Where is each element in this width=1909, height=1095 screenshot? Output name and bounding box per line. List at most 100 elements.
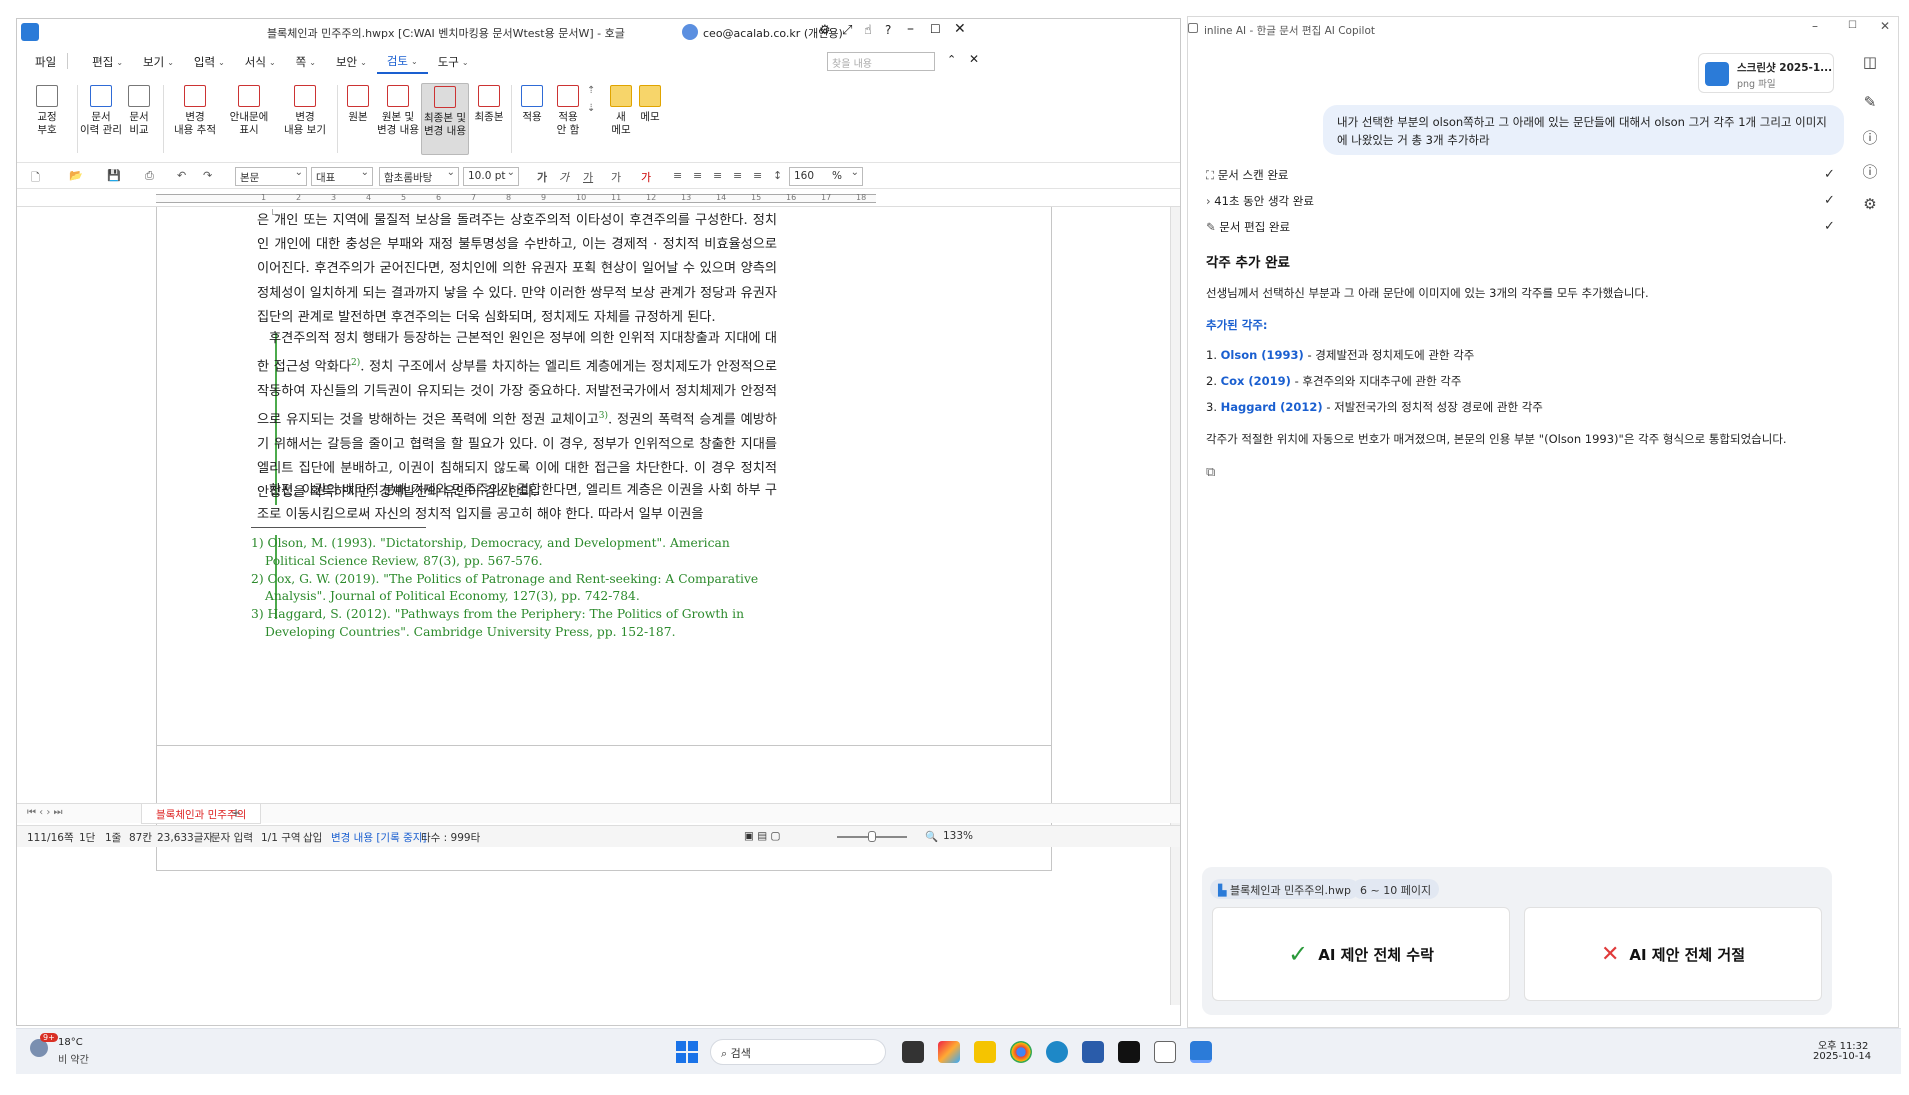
- final-with-changes-button[interactable]: 최종본 및 변경 내용: [421, 83, 469, 155]
- original-with-changes-button[interactable]: 원본 및 변경 내용: [375, 85, 421, 137]
- apply-button[interactable]: 적용: [515, 85, 549, 124]
- close-doc-icon[interactable]: ✕: [969, 52, 979, 66]
- reject-all-button[interactable]: ✕ AI 제안 전체 거절: [1524, 907, 1822, 1001]
- settings-icon[interactable]: ⚙: [819, 23, 831, 38]
- panel-toggle-icon[interactable]: ◫: [1860, 53, 1880, 71]
- add-tab-icon[interactable]: +: [231, 806, 241, 820]
- underline-icon[interactable]: 가: [583, 169, 593, 185]
- lang-select[interactable]: 대표: [311, 167, 373, 186]
- clock-time[interactable]: 오후 11:32: [1818, 1037, 1868, 1052]
- gear-icon[interactable]: ⚙: [1860, 195, 1880, 213]
- italic-icon[interactable]: 가: [559, 169, 569, 185]
- weather-desc[interactable]: 비 약간: [58, 1051, 89, 1066]
- chrome-icon[interactable]: [1010, 1041, 1032, 1063]
- ai-maximize-button[interactable]: ☐: [1848, 20, 1857, 31]
- ai-close-button[interactable]: ✕: [1880, 19, 1890, 33]
- clock-date[interactable]: 2025-10-14: [1813, 1051, 1871, 1062]
- menu-view[interactable]: 보기 ⌄: [133, 54, 184, 70]
- memo-button[interactable]: 메모: [635, 85, 665, 124]
- menu-format[interactable]: 서식 ⌄: [235, 54, 286, 70]
- bold-icon[interactable]: 가: [537, 169, 547, 185]
- final-button[interactable]: 최종본: [471, 85, 507, 124]
- step-edit[interactable]: ✎ 문서 편집 완료: [1206, 219, 1290, 235]
- font-color-icon[interactable]: 가: [641, 169, 651, 185]
- font-size-select[interactable]: 10.0 pt: [463, 167, 519, 186]
- status-track-changes[interactable]: 변경 내용 [기록 중지]: [331, 830, 427, 845]
- start-icon[interactable]: [676, 1041, 698, 1063]
- horizontal-ruler[interactable]: 1 2 3 4 5 6 7 8 9 10 11 12 13 14 15 16 17 18: [17, 191, 1180, 207]
- footnote-3[interactable]: 3) Haggard, S. (2012). "Pathways from th…: [251, 606, 777, 642]
- menu-insert[interactable]: 입력 ⌄: [184, 54, 235, 70]
- status-insert[interactable]: 삽입: [303, 830, 322, 845]
- hand-icon[interactable]: ☝: [864, 23, 872, 38]
- menu-edit[interactable]: 편집 ⌄: [82, 54, 133, 70]
- style-select[interactable]: 본문: [235, 167, 307, 186]
- next-change-icon[interactable]: ⇣: [587, 103, 595, 114]
- align-right-icon[interactable]: ≡: [733, 169, 742, 182]
- powershell-icon[interactable]: [1082, 1041, 1104, 1063]
- attachment-card[interactable]: 스크린샷 2025-1... png 파일: [1698, 53, 1834, 93]
- edit-icon[interactable]: ✎: [1860, 93, 1880, 111]
- taskbar-search[interactable]: ⌕ 검색: [710, 1039, 886, 1065]
- doc-compare-button[interactable]: 문서 비교: [121, 85, 157, 137]
- zoom-icon[interactable]: 🔍: [925, 830, 938, 843]
- help-icon[interactable]: ?: [885, 23, 891, 37]
- hwp-taskbar-icon[interactable]: [1190, 1041, 1212, 1063]
- file-explorer-icon[interactable]: [974, 1041, 996, 1063]
- ai-minimize-button[interactable]: –: [1812, 19, 1818, 33]
- context-pages-chip[interactable]: 6 ~ 10 페이지: [1352, 879, 1440, 899]
- menu-security[interactable]: 보안 ⌄: [326, 54, 377, 70]
- avatar[interactable]: [682, 24, 698, 40]
- new-memo-button[interactable]: 새 메모: [607, 85, 635, 137]
- open-icon[interactable]: 📂: [69, 169, 83, 182]
- edge-icon[interactable]: [1046, 1041, 1068, 1063]
- vertical-scrollbar[interactable]: [1170, 207, 1180, 1005]
- line-spacing-icon[interactable]: ↕: [773, 169, 782, 182]
- find-input[interactable]: 찾을 내용: [827, 52, 935, 71]
- view-mode-icons[interactable]: ▣ ▤ ▢: [744, 830, 780, 842]
- info-icon[interactable]: ⓘ: [1860, 161, 1880, 182]
- step-scan[interactable]: ⛶ 문서 스캔 완료: [1206, 167, 1289, 183]
- font-select[interactable]: 함초롬바탕: [379, 167, 459, 186]
- status-zoom[interactable]: 133%: [943, 830, 973, 842]
- new-doc-icon[interactable]: 🗋: [31, 169, 40, 188]
- menu-file[interactable]: 파일: [25, 54, 66, 70]
- original-button[interactable]: 원본: [341, 85, 375, 124]
- prev-change-icon[interactable]: ⇡: [587, 85, 595, 96]
- collapse-ribbon-icon[interactable]: ⌃: [947, 53, 956, 66]
- doc-history-button[interactable]: 문서 이력 관리: [79, 85, 123, 137]
- strike-icon[interactable]: 가: [611, 169, 621, 185]
- reject-button[interactable]: 적용 안 함: [549, 85, 587, 137]
- zoom-select[interactable]: 160%: [789, 167, 863, 186]
- menu-review[interactable]: 검토 ⌄: [376, 50, 428, 74]
- taskview-icon[interactable]: [902, 1041, 924, 1063]
- show-in-balloons-button[interactable]: 안내문에 표시: [223, 85, 275, 137]
- proofread-marks-button[interactable]: 교정 부호: [27, 85, 67, 137]
- copilot-icon[interactable]: [938, 1041, 960, 1063]
- close-button[interactable]: ✕: [954, 21, 966, 37]
- expand-icon[interactable]: ⤢: [842, 23, 852, 38]
- help-circle-icon[interactable]: ⓘ: [1860, 127, 1880, 148]
- footnote-1[interactable]: 1) Olson, M. (1993). "Dictatorship, Demo…: [251, 535, 777, 571]
- align-distribute-icon[interactable]: ≡: [753, 169, 762, 182]
- track-changes-button[interactable]: 변경 내용 추적: [165, 85, 225, 137]
- align-left-icon[interactable]: ≡: [693, 169, 702, 182]
- footnote-ref-2[interactable]: 2): [351, 358, 360, 368]
- menu-tools[interactable]: 도구 ⌄: [428, 54, 479, 70]
- accept-all-button[interactable]: ✓ AI 제안 전체 수락: [1212, 907, 1510, 1001]
- menu-page[interactable]: 쪽 ⌄: [286, 54, 326, 70]
- footnote-2[interactable]: 2) Cox, G. W. (2019). "The Politics of P…: [251, 571, 777, 607]
- undo-icon[interactable]: ↶: [177, 169, 186, 182]
- zoom-slider-thumb[interactable]: [868, 831, 876, 842]
- document-area[interactable]: 은 개인 또는 지역에 물질적 보상을 돌려주는 상호주의적 이타성이 후견주의…: [17, 207, 1172, 1005]
- app-icon[interactable]: [1118, 1041, 1140, 1063]
- minimize-button[interactable]: –: [907, 21, 914, 37]
- weather-temp[interactable]: 18°C: [58, 1037, 83, 1048]
- align-justify-icon[interactable]: ≡: [673, 169, 682, 182]
- print-icon[interactable]: ⎙: [145, 169, 154, 183]
- redo-icon[interactable]: ↷: [203, 169, 212, 182]
- align-center-icon[interactable]: ≡: [713, 169, 722, 182]
- doc-tab[interactable]: 블록체인과 민주주의: [141, 804, 262, 824]
- step-thinking[interactable]: › 41초 동안 생각 완료: [1206, 193, 1314, 209]
- maximize-button[interactable]: ☐: [930, 22, 941, 36]
